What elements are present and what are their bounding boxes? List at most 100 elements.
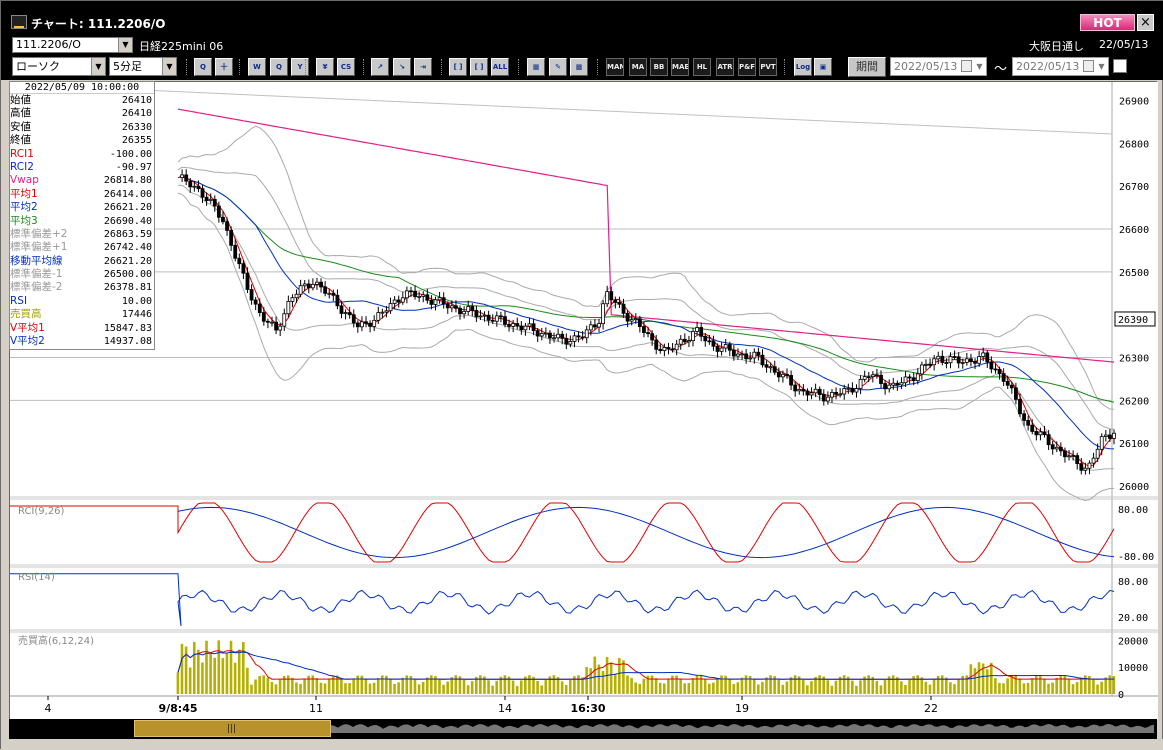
volume-bar [626, 675, 629, 694]
info-row: 標準偏差-1 26500.00 [10, 268, 154, 281]
calendar-icon[interactable] [1083, 60, 1094, 72]
price-tick-label: 26100 [1119, 439, 1149, 450]
candle-body [613, 299, 618, 303]
candle-body [425, 294, 430, 301]
volume-bar [577, 675, 580, 694]
toolbar-button-21[interactable]: HL [693, 58, 711, 76]
time-tick-label: 14 [498, 702, 512, 715]
volume-bar [601, 671, 605, 694]
volume-bar [1043, 678, 1046, 694]
toolbar-button-16[interactable]: ▩ [570, 58, 588, 76]
toolbar-button-12[interactable]: [ ] [470, 58, 488, 76]
toolbar-button-7[interactable]: CS [337, 58, 355, 76]
close-icon[interactable]: × [1137, 14, 1154, 31]
candle-body [339, 305, 344, 314]
volume-bar [552, 675, 556, 694]
date-from-field[interactable]: 2022/05/13 ▼ [890, 57, 987, 76]
candle-body [911, 377, 916, 382]
toolbar-button-25[interactable]: Log [794, 58, 812, 76]
candle-body [956, 356, 961, 364]
candle-body [1026, 420, 1031, 426]
toolbar-button-23[interactable]: P&F [738, 58, 756, 76]
candle-body [1034, 431, 1039, 436]
candle-body [376, 312, 381, 321]
toolbar-button-3[interactable]: W [248, 58, 266, 76]
chart-type-select[interactable]: ローソク ▼ [12, 57, 106, 76]
info-value: -90.97 [115, 161, 152, 173]
toolbar-button-2[interactable]: 十 [215, 58, 233, 76]
volume-bar [842, 675, 846, 694]
chevron-down-icon[interactable]: ▼ [973, 58, 986, 75]
info-label: 売買高 [10, 308, 42, 321]
volume-bar [405, 675, 409, 694]
toolbar-button-15[interactable]: ✎ [549, 58, 567, 76]
volume-bar [376, 677, 380, 694]
toolbar-button-26[interactable]: ▣ [814, 58, 832, 76]
candle-body [400, 297, 405, 303]
candle-body [617, 302, 622, 305]
period-button[interactable]: 期間 [848, 57, 886, 77]
volume-bar [994, 678, 997, 694]
info-label: 高値 [10, 107, 31, 120]
scrollbar-thumb[interactable]: ||| [134, 720, 331, 737]
price-tick-label: 26500 [1119, 268, 1149, 279]
toolbar-button-24[interactable]: PVT [759, 58, 777, 76]
toolbar-button-20[interactable]: MAE [671, 58, 689, 76]
toolbar-button-10[interactable]: ⇥ [414, 58, 432, 76]
volume-bar [229, 640, 233, 694]
volume-bar [830, 685, 834, 694]
chevron-down-icon[interactable]: ▼ [1095, 58, 1108, 75]
volume-bar [340, 678, 343, 694]
candle-body [216, 205, 221, 218]
chevron-down-icon[interactable]: ▼ [91, 58, 105, 75]
candle-body [302, 283, 307, 287]
chart-area[interactable]: 2690026800267002660026500264002630026200… [9, 81, 1158, 720]
toolbar-button-14[interactable]: ▦ [527, 58, 545, 76]
toolbar-button-6[interactable]: ¥ [316, 58, 334, 76]
chart-canvas[interactable]: 2690026800267002660026500264002630026200… [10, 82, 1158, 720]
volume-bar [957, 679, 960, 694]
volume-bar [581, 677, 584, 694]
volume-bar [654, 678, 658, 694]
candle-body [736, 353, 740, 357]
candle-body [507, 323, 511, 327]
candle-body [687, 340, 691, 343]
chevron-down-icon[interactable]: ▼ [162, 58, 176, 75]
date-to-field[interactable]: 2022/05/13 ▼ [1012, 57, 1109, 76]
toolbar-button-4[interactable]: Q [270, 58, 288, 76]
volume-bar [879, 685, 883, 694]
candle-body [531, 323, 536, 332]
volume-bar [740, 677, 744, 694]
volume-bar [466, 685, 470, 694]
toolbar-button-19[interactable]: BB [650, 58, 668, 76]
chevron-down-icon[interactable]: ▼ [118, 38, 132, 52]
toolbar-button-22[interactable]: ATR [716, 58, 734, 76]
candle-body [695, 327, 699, 332]
toolbar-button-11[interactable]: [ ] [449, 58, 467, 76]
toolbar-button-13[interactable]: ALL [491, 58, 509, 76]
candle-body [274, 321, 278, 331]
candle-body [850, 387, 855, 393]
info-label: 標準偏差+2 [10, 227, 68, 240]
hot-button[interactable]: HOT [1080, 14, 1135, 31]
toolbar-button-9[interactable]: ↘ [393, 58, 411, 76]
toolbar-button-1[interactable]: Q [194, 58, 212, 76]
candle-body [842, 388, 847, 395]
toolbar-button-18[interactable]: MA [629, 58, 647, 76]
option-checkbox[interactable] [1113, 59, 1127, 73]
interval-select[interactable]: 5分足 ▼ [109, 57, 177, 76]
toolbar-button-17[interactable]: MAM [606, 58, 624, 76]
volume-bar [928, 684, 932, 694]
candle-body [1054, 446, 1059, 450]
time-scrollbar[interactable]: ||| [9, 719, 1157, 739]
volume-bar [237, 649, 241, 694]
price-tick-label: 26700 [1119, 182, 1149, 193]
calendar-icon[interactable] [961, 60, 972, 72]
symbol-select[interactable]: 111.2206/O ▼ [12, 37, 133, 53]
candle-body [278, 325, 283, 331]
toolbar-button-8[interactable]: ↗ [371, 58, 389, 76]
candle-body [895, 382, 900, 386]
volume-bar [806, 685, 809, 694]
candle-body [539, 333, 544, 337]
volume-bar [851, 680, 854, 694]
